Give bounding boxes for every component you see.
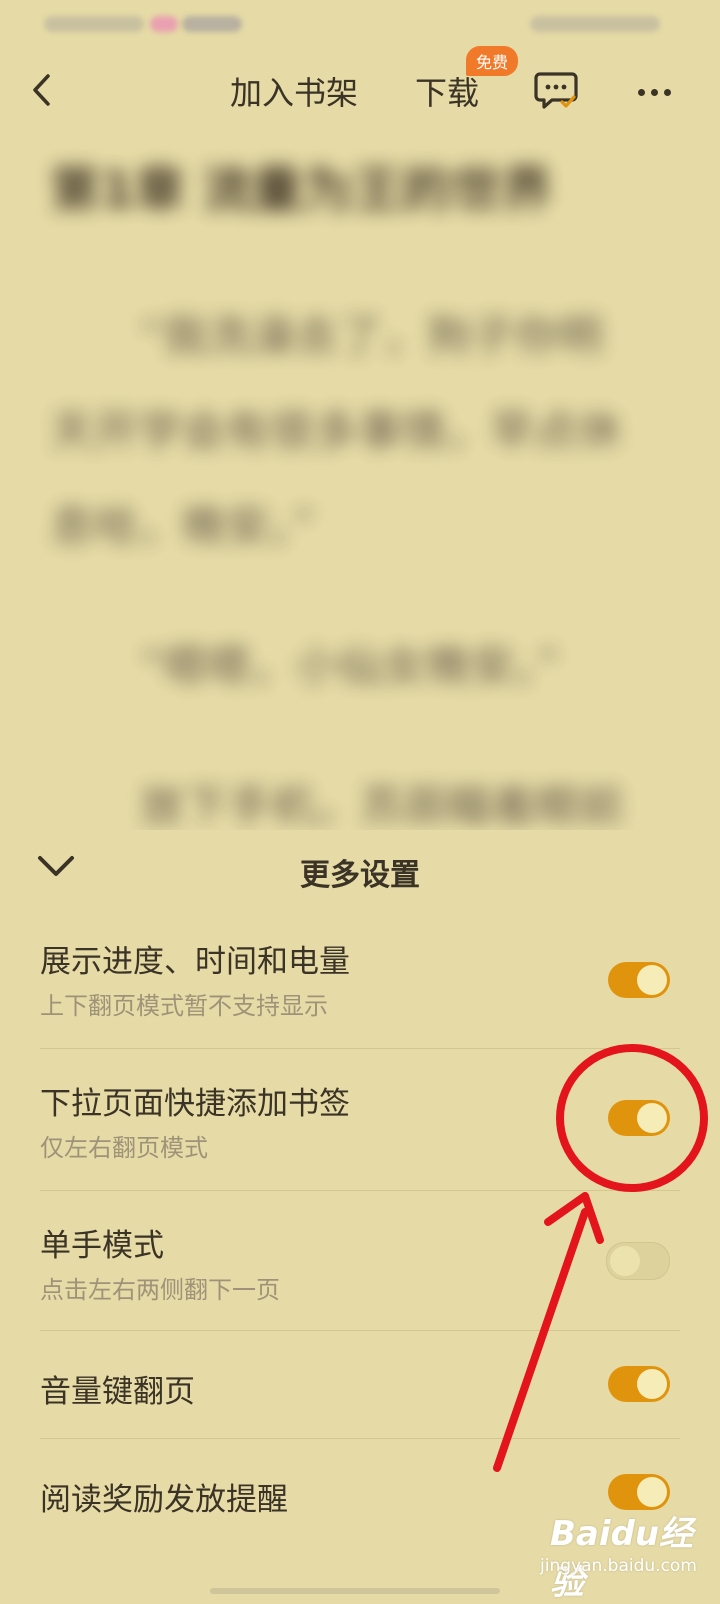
more-icon-dot — [663, 88, 671, 96]
paragraph-line: 息哈，晚安。” — [50, 501, 315, 552]
toggle-knob — [637, 1369, 667, 1399]
setting-label: 下拉页面快捷添加书签 — [40, 1086, 350, 1122]
setting-row-pull-down-bookmark: 下拉页面快捷添加书签 仅左右翻页模式 — [40, 1048, 680, 1191]
status-icons-blur — [182, 16, 242, 32]
toggle-knob — [610, 1246, 640, 1276]
status-right-blur — [530, 16, 660, 32]
comment-button[interactable] — [532, 66, 580, 114]
setting-label: 单手模式 — [40, 1228, 164, 1264]
panel-title: 更多设置 — [300, 858, 420, 893]
more-icon-dot — [650, 88, 658, 96]
toggle-one-hand-mode[interactable] — [606, 1242, 670, 1280]
more-settings-panel: 更多设置 展示进度、时间和电量 上下翻页模式暂不支持显示 下拉页面快捷添加书签 … — [0, 830, 720, 1600]
setting-row-volume-key-page: 音量键翻页 — [40, 1330, 680, 1439]
back-arrow-icon — [33, 74, 50, 106]
back-button[interactable] — [20, 66, 64, 114]
setting-row-progress-time-battery: 展示进度、时间和电量 上下翻页模式暂不支持显示 — [40, 918, 680, 1049]
setting-label: 阅读奖励发放提醒 — [40, 1482, 288, 1518]
watermark-logo: Baidu经验 — [550, 1514, 694, 1603]
reader-top-bar: 加入书架 下载 免费 — [0, 46, 720, 132]
toggle-progress-time-battery[interactable] — [608, 962, 670, 998]
paragraph-line: “嗯嗯，小仙女晚安。” — [140, 641, 560, 692]
free-badge: 免费 — [466, 46, 519, 76]
panel-header: 更多设置 — [0, 830, 720, 910]
baidu-jingyan-watermark: Baidu经验 jingyan.baidu.com — [540, 1500, 720, 1603]
reader-content[interactable]: 第1章 流量为王的世界 “我洗澡去了，狗子你明 天开学会有很多事情，早点休 息哈… — [0, 140, 720, 840]
status-bar — [0, 0, 720, 48]
comment-icon — [534, 72, 578, 109]
watermark-url: jingyan.baidu.com — [540, 1556, 697, 1576]
chapter-title: 第1章 流量为王的世界 — [50, 161, 553, 219]
setting-label: 音量键翻页 — [40, 1374, 195, 1410]
paragraph-line: “我洗澡去了，狗子你明 — [140, 311, 603, 362]
status-dot-blur — [150, 16, 178, 32]
setting-subtitle: 点击左右两侧翻下一页 — [40, 1276, 280, 1304]
toggle-knob — [637, 1103, 667, 1133]
more-icon — [637, 88, 645, 96]
setting-subtitle: 上下翻页模式暂不支持显示 — [40, 992, 328, 1020]
toggle-knob — [637, 965, 667, 995]
setting-subtitle: 仅左右翻页模式 — [40, 1134, 208, 1162]
setting-row-one-hand-mode: 单手模式 点击左右两侧翻下一页 — [40, 1190, 680, 1331]
paragraph-line: 天开学会有很多事情，早点休 — [50, 406, 622, 457]
more-button[interactable] — [630, 74, 678, 110]
add-to-shelf-button[interactable]: 加入书架 — [230, 68, 358, 114]
status-left-blur — [44, 16, 144, 32]
toggle-volume-key-page[interactable] — [608, 1366, 670, 1402]
paragraph-line: 放下手机，苏辰瞄着眼前 — [140, 781, 624, 832]
setting-label: 展示进度、时间和电量 — [40, 944, 350, 980]
toggle-pull-down-bookmark[interactable] — [608, 1100, 670, 1136]
home-indicator[interactable] — [210, 1588, 500, 1594]
